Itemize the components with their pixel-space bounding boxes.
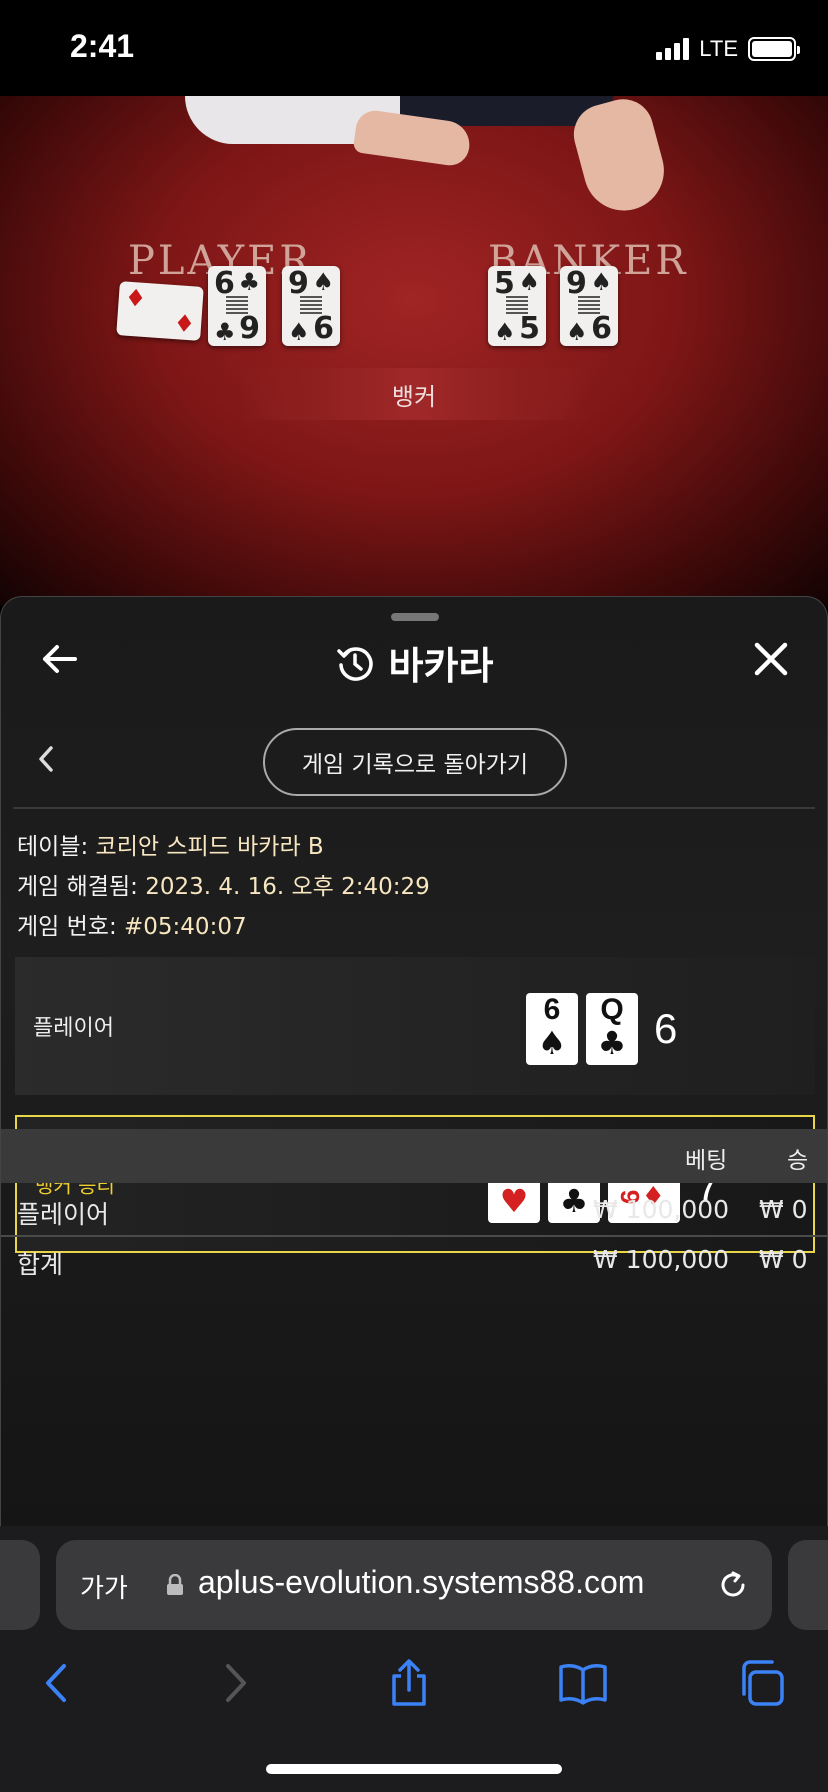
network-label: LTE (699, 36, 738, 61)
browser-chrome: 가가 aplus-evolution.systems88.com (0, 1526, 828, 1792)
signal-icon (656, 38, 690, 60)
next-tab-preview[interactable] (788, 1540, 828, 1630)
dealer-image (185, 96, 673, 220)
player-score: 6 (654, 1005, 678, 1052)
bet-row: 플레이어 ₩ 100,000 ₩ 0 (1, 1187, 827, 1233)
live-video: PLAYER BANKER ♦ ♦ 6 ♣ ♣ 9 9 ♠ ♠ 6 5 ♠ ♠ 5 9 ♠ ♠… (0, 96, 828, 606)
drag-handle[interactable] (391, 613, 439, 621)
close-icon[interactable] (753, 641, 789, 677)
table-card: ♦ ♦ (116, 281, 204, 341)
bet-name: 플레이어 (17, 1200, 110, 1229)
bookmarks-icon[interactable] (558, 1658, 608, 1708)
table-card: 6 ♣ ♣ 9 (208, 266, 266, 346)
player-hand-label: 플레이어 (33, 1016, 114, 1041)
divider (13, 807, 815, 809)
lock-icon (167, 1574, 183, 1595)
player-hand-row: 플레이어 6 ♠ Q ♣ 6 (15, 957, 815, 1095)
battery-icon (748, 37, 800, 61)
previous-tab-preview[interactable] (0, 1540, 40, 1630)
panel-title: 바카라 (388, 644, 494, 688)
status-indicators: LTE (656, 36, 800, 62)
reload-icon[interactable] (716, 1568, 750, 1602)
playing-card: Q ♣ (586, 993, 638, 1065)
home-indicator[interactable] (266, 1764, 562, 1774)
share-icon[interactable] (384, 1658, 434, 1708)
forward-icon[interactable] (210, 1658, 260, 1708)
table-card: 5 ♠ ♠ 5 (488, 266, 546, 346)
playing-card: 6 ♠ (526, 993, 578, 1065)
total-label: 합계 (17, 1250, 64, 1279)
status-time: 2:41 (70, 28, 135, 64)
game-history-panel: 바카라 게임 기록으로 돌아가기 테이블: 코리안 스피드 바카라 B 게임 해… (0, 596, 828, 1526)
table-card: 9 ♠ ♠ 6 (560, 266, 618, 346)
text-size-button[interactable]: 가가 (80, 1568, 128, 1605)
panel-header: 바카라 (1, 635, 827, 690)
table-info-value: 코리안 스피드 바카라 B (95, 834, 324, 860)
table-info: 테이블: 코리안 스피드 바카라 B (17, 827, 324, 861)
total-row: 합계 ₩ 100,000 ₩ 0 (1, 1237, 827, 1283)
player-cards: 6 ♠ Q ♣ 6 (526, 993, 677, 1065)
bets-table-header: 베팅 승 (1, 1129, 827, 1183)
bet-amount: ₩ 100,000 (593, 1195, 730, 1224)
resolved-info: 게임 해결됨: 2023. 4. 16. 오후 2:40:29 (17, 867, 430, 901)
address-bar[interactable]: 가가 aplus-evolution.systems88.com (56, 1540, 772, 1630)
back-to-history-button[interactable]: 게임 기록으로 돌아가기 (263, 728, 567, 796)
tabs-icon[interactable] (736, 1658, 786, 1708)
browser-toolbar (0, 1646, 828, 1726)
resolved-info-value: 2023. 4. 16. 오후 2:40:29 (145, 874, 430, 900)
status-bar: 2:41 LTE (0, 0, 828, 96)
chevron-left-icon[interactable] (35, 745, 57, 773)
game-number-info: 게임 번호: #05:40:07 (17, 907, 247, 941)
win-amount: ₩ 0 (759, 1195, 808, 1224)
url-text[interactable]: aplus-evolution.systems88.com (198, 1564, 644, 1601)
total-win-amount: ₩ 0 (759, 1245, 808, 1274)
win-column-header: 승 (787, 1148, 809, 1174)
game-number-label: 게임 번호: (17, 914, 117, 940)
table-card: 9 ♠ ♠ 6 (282, 266, 340, 346)
table-info-label: 테이블: (17, 834, 89, 860)
resolved-info-label: 게임 해결됨: (17, 874, 138, 900)
total-bet-amount: ₩ 100,000 (593, 1245, 730, 1274)
back-icon[interactable] (32, 1658, 82, 1708)
result-banner: 뱅커 (238, 368, 590, 420)
bet-column-header: 베팅 (685, 1148, 728, 1174)
history-icon (336, 646, 373, 681)
game-number-value: #05:40:07 (124, 914, 247, 940)
